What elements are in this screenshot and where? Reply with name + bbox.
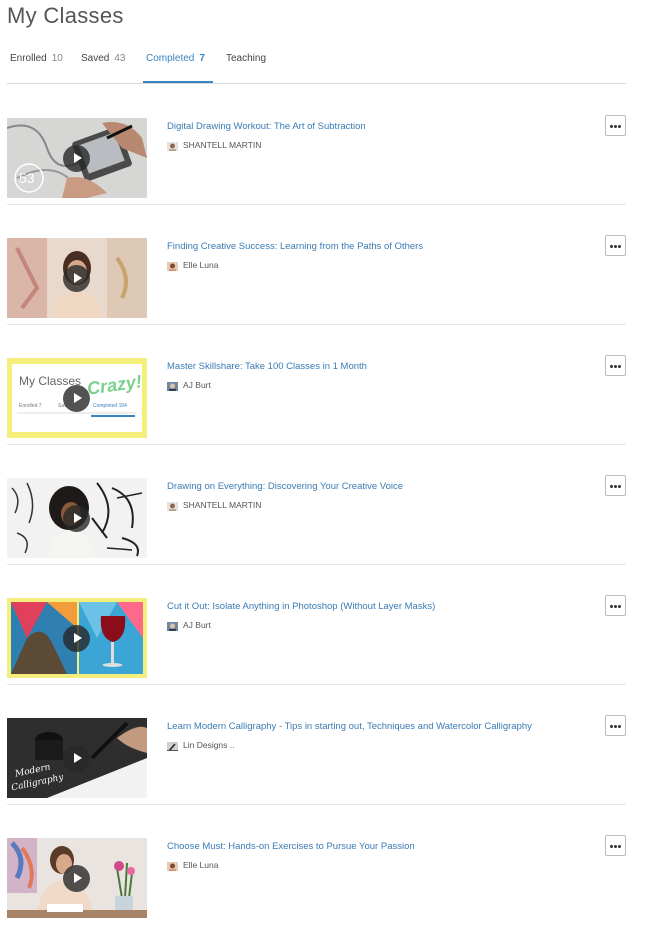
calligraphy-pen-thumbnail[interactable]: Modern Calligraphy (7, 718, 147, 798)
class-title[interactable]: Digital Drawing Workout: The Art of Subt… (167, 121, 366, 132)
photoshop-collage-thumbnail[interactable] (7, 598, 147, 678)
class-row: Modern Calligraphy Learn Modern Calligra… (7, 684, 626, 805)
ellipsis-icon[interactable] (605, 475, 626, 496)
avatar (167, 380, 178, 391)
teacher-name: SHANTELL MARTIN (183, 140, 262, 150)
play-icon[interactable] (63, 265, 90, 292)
play-icon[interactable] (63, 145, 90, 172)
ellipsis-icon[interactable] (605, 595, 626, 616)
class-title[interactable]: Choose Must: Hands-on Exercises to Pursu… (167, 841, 415, 852)
ellipsis-icon[interactable] (605, 115, 626, 136)
thumbnail-badge: 53 (19, 170, 35, 186)
teacher-name: Elle Luna (183, 860, 219, 870)
tab-completed[interactable]: Completed 7 (143, 48, 213, 83)
avatar (167, 620, 178, 631)
tab-teaching[interactable]: Teaching (226, 48, 266, 83)
drawing-tablet-thumbnail[interactable]: 53 (7, 118, 147, 198)
play-icon[interactable] (63, 745, 90, 772)
avatar (167, 140, 178, 151)
class-row: 53 Digital Drawing Workout: The Art of S… (7, 84, 626, 205)
teacher-name: Elle Luna (183, 260, 219, 270)
ellipsis-icon[interactable] (605, 355, 626, 376)
teacher-name: AJ Burt (183, 380, 211, 390)
thumbnail-tab-enrolled: Enrolled 7 (19, 403, 42, 409)
teacher-name: Lin Designs .. (183, 740, 235, 750)
avatar (167, 500, 178, 511)
thumbnail-tab-completed: Completed 104 (93, 403, 127, 409)
tab-enrolled-label: Enrolled (10, 53, 47, 64)
ellipsis-icon[interactable] (605, 235, 626, 256)
tab-completed-count: 7 (199, 53, 205, 64)
ellipsis-icon[interactable] (605, 835, 626, 856)
tab-teaching-label: Teaching (226, 53, 267, 64)
play-icon[interactable] (63, 865, 90, 892)
tab-enrolled[interactable]: Enrolled 10 (10, 48, 63, 83)
artist-portrait-thumbnail[interactable] (7, 478, 147, 558)
play-icon[interactable] (63, 625, 90, 652)
class-title[interactable]: Cut it Out: Isolate Anything in Photosho… (167, 601, 435, 612)
my-classes-screenshot-thumbnail[interactable]: My Classes Crazy! Enrolled 7 Sav Complet… (7, 358, 147, 438)
teacher-name: AJ Burt (183, 620, 211, 630)
play-icon[interactable] (63, 505, 90, 532)
woman-portrait-thumbnail[interactable] (7, 238, 147, 318)
tab-enrolled-count: 10 (51, 53, 63, 64)
class-row: Cut it Out: Isolate Anything in Photosho… (7, 564, 626, 685)
teacher-name: SHANTELL MARTIN (183, 500, 262, 510)
tab-completed-label: Completed (146, 53, 195, 64)
class-title[interactable]: Drawing on Everything: Discovering Your … (167, 481, 403, 492)
class-title[interactable]: Learn Modern Calligraphy - Tips in start… (167, 721, 532, 732)
page-title: My Classes (7, 3, 124, 28)
class-row: Finding Creative Success: Learning from … (7, 204, 626, 325)
class-title[interactable]: Master Skillshare: Take 100 Classes in 1… (167, 361, 367, 372)
woman-at-desk-thumbnail[interactable] (7, 838, 147, 918)
avatar (167, 860, 178, 871)
avatar (167, 740, 178, 751)
class-row: Drawing on Everything: Discovering Your … (7, 444, 626, 565)
class-title[interactable]: Finding Creative Success: Learning from … (167, 241, 423, 252)
play-icon[interactable] (63, 385, 90, 412)
tab-saved-label: Saved (81, 53, 110, 64)
tab-bar: Enrolled 10 Saved 43 Completed 7 Teaching (7, 48, 626, 84)
avatar (167, 260, 178, 271)
class-row: Choose Must: Hands-on Exercises to Pursu… (7, 804, 626, 924)
tab-saved-count: 43 (114, 53, 126, 64)
ellipsis-icon[interactable] (605, 715, 626, 736)
tab-saved[interactable]: Saved 43 (81, 48, 125, 83)
class-row: My Classes Crazy! Enrolled 7 Sav Complet… (7, 324, 626, 445)
